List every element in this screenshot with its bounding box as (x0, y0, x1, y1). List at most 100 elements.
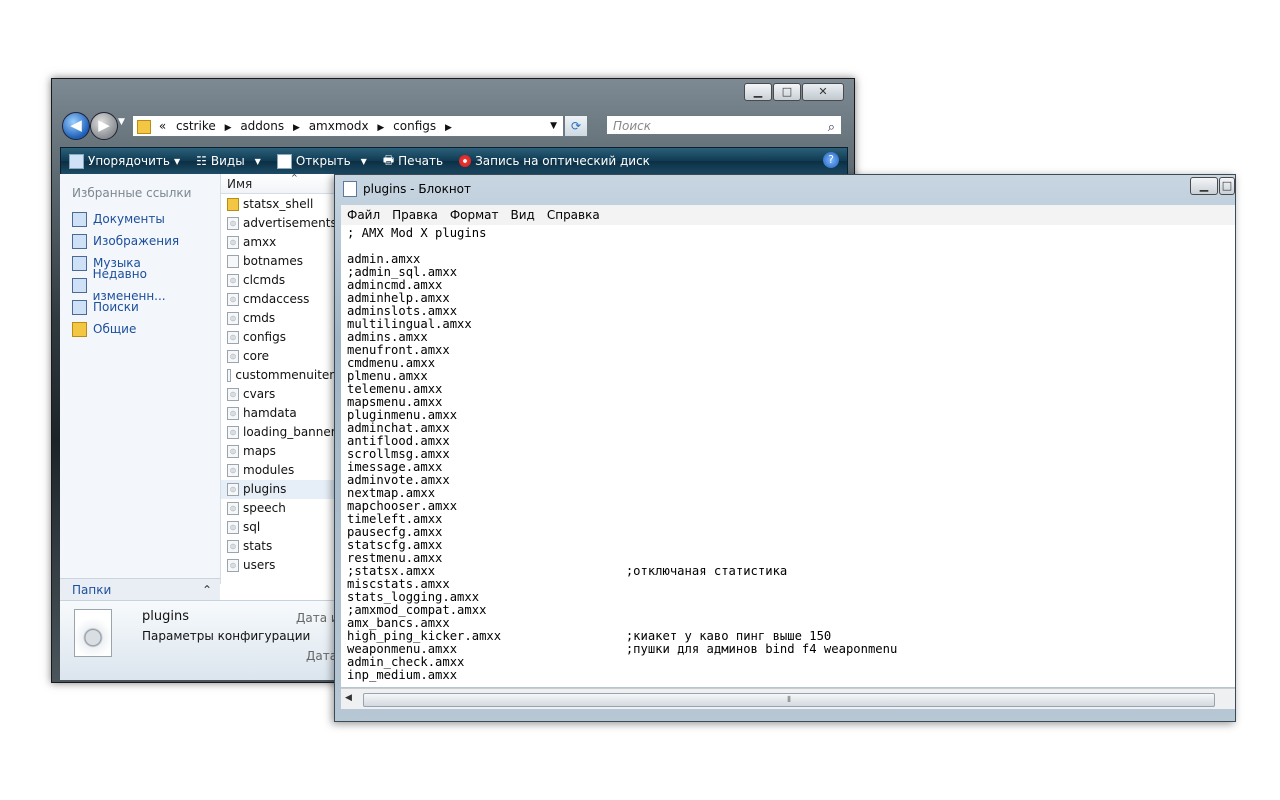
chevron-down-icon: ▼ (173, 156, 181, 166)
file-row[interactable]: amxx (221, 233, 341, 252)
folders-toggle[interactable]: Папки ⌃ (60, 578, 220, 600)
favorite-recent[interactable]: Недавно измененн... (60, 267, 220, 303)
menu-file[interactable]: Файл (341, 208, 386, 222)
file-name: statsx_shell (243, 197, 314, 211)
minimize-button[interactable]: ▁ (1190, 177, 1218, 195)
search-icon[interactable]: ⌕ (828, 118, 835, 138)
menu-format[interactable]: Формат (444, 208, 505, 222)
favorite-pictures[interactable]: Изображения (60, 230, 220, 252)
file-row[interactable]: plugins (221, 480, 341, 499)
file-row[interactable]: users (221, 556, 341, 575)
folders-label: Папки (72, 583, 112, 597)
file-name: maps (243, 444, 276, 458)
forward-button[interactable]: ▶ (90, 112, 118, 140)
maximize-button[interactable]: □ (773, 83, 801, 101)
close-button[interactable]: ✕ (802, 83, 844, 101)
config-file-icon (227, 502, 239, 515)
scrollbar-thumb[interactable]: ⦀ (363, 693, 1215, 707)
address-bar[interactable]: « cstrike ▶ addons ▶ amxmodx ▶ configs ▶… (132, 115, 564, 137)
folder-icon (137, 119, 151, 134)
config-file-icon (227, 445, 239, 458)
chevron-down-icon: ▼ (254, 156, 261, 166)
search-input[interactable]: Поиск ⌕ (606, 115, 842, 135)
config-file-icon (227, 483, 239, 496)
menu-edit[interactable]: Правка (386, 208, 444, 222)
file-row[interactable]: clcmds (221, 271, 341, 290)
file-row[interactable]: hamdata (221, 404, 341, 423)
notepad-icon (276, 153, 292, 169)
breadcrumb-amxmodx[interactable]: amxmodx (309, 116, 369, 136)
maximize-button[interactable]: □ (1219, 177, 1235, 195)
notepad-text-area[interactable]: ; AMX Mod X plugins admin.amxx ;admin_sq… (341, 225, 1235, 687)
breadcrumb-addons[interactable]: addons (240, 116, 284, 136)
organize-button[interactable]: Упорядочить ▼ (61, 153, 188, 169)
file-name: core (243, 349, 269, 363)
file-row[interactable]: stats (221, 537, 341, 556)
views-button[interactable]: ☷ Виды ▼ (188, 154, 269, 168)
command-toolbar: Упорядочить ▼ ☷ Виды ▼ Открыть ▼ 🖶 Печат… (60, 147, 848, 175)
pictures-icon (72, 233, 87, 249)
favorite-public[interactable]: Общие (60, 318, 220, 340)
file-row[interactable]: configs (221, 328, 341, 347)
config-file-icon (227, 426, 239, 439)
config-file-icon (227, 236, 239, 249)
file-row[interactable]: advertisements (221, 214, 341, 233)
menu-help[interactable]: Справка (541, 208, 606, 222)
organize-icon (69, 153, 84, 169)
file-row[interactable]: sql (221, 518, 341, 537)
scroll-left-icon[interactable]: ◀ (345, 693, 352, 703)
details-file-type: Параметры конфигурации (142, 629, 311, 643)
help-icon[interactable]: ? (823, 152, 839, 168)
breadcrumb-cstrike[interactable]: cstrike (176, 116, 216, 136)
file-row[interactable]: cmds (221, 309, 341, 328)
config-file-icon (227, 559, 239, 572)
notepad-title: plugins - Блокнот (363, 182, 471, 196)
recent-pages-dropdown[interactable]: ▼ (118, 117, 125, 127)
music-icon (72, 255, 87, 271)
file-row[interactable]: modules (221, 461, 341, 480)
file-row[interactable]: speech (221, 499, 341, 518)
file-row[interactable]: cvars (221, 385, 341, 404)
minimize-button[interactable]: ▁ (744, 83, 772, 101)
print-button[interactable]: 🖶 Печать (375, 151, 451, 172)
file-name: stats (243, 539, 273, 553)
explorer-window-controls: ▁ □ ✕ (743, 83, 844, 101)
breadcrumb-configs[interactable]: configs (393, 116, 436, 136)
file-row[interactable]: loading_banner (221, 423, 341, 442)
column-header-name[interactable]: Имя ^ (221, 174, 341, 194)
favorite-label: Поиски (93, 300, 139, 314)
file-name: clcmds (243, 273, 286, 287)
burn-button[interactable]: Запись на оптический диск (451, 154, 658, 168)
address-dropdown-icon[interactable]: ▼ (550, 116, 557, 136)
file-row[interactable]: maps (221, 442, 341, 461)
views-label: Виды (210, 154, 245, 168)
file-row[interactable]: core (221, 347, 341, 366)
menu-view[interactable]: Вид (505, 208, 541, 222)
config-file-icon (227, 293, 239, 306)
open-button[interactable]: Открыть ▼ (269, 153, 375, 169)
breadcrumb-overflow[interactable]: « (159, 116, 166, 136)
favorite-label: Общие (93, 322, 137, 336)
config-file-icon (227, 350, 239, 363)
back-button[interactable]: ◀ (62, 112, 90, 140)
file-row[interactable]: botnames (221, 252, 341, 271)
horizontal-scrollbar[interactable]: ◀ ⦀ (341, 688, 1235, 709)
file-row[interactable]: statsx_shell (221, 195, 341, 214)
documents-icon (72, 211, 87, 227)
print-label: Печать (398, 154, 444, 168)
favorite-label: Изображения (93, 234, 180, 248)
navigation-pane: Избранные ссылки Документы Изображения М… (60, 174, 221, 584)
file-name: configs (243, 330, 286, 344)
breadcrumb-separator: ▶ (224, 123, 232, 133)
breadcrumb-separator: ▶ (377, 123, 385, 133)
config-file-icon (227, 331, 239, 344)
notepad-content: ; AMX Mod X plugins admin.amxx ;admin_sq… (347, 226, 898, 682)
notepad-window: plugins - Блокнот ▁ □ Файл Правка Формат… (334, 174, 1236, 722)
file-rows: statsx_shell advertisements amxx botnames cl… (221, 195, 341, 575)
favorite-documents[interactable]: Документы (60, 208, 220, 230)
file-row[interactable]: cmdaccess (221, 290, 341, 309)
file-name: botnames (243, 254, 303, 268)
file-row[interactable]: custommenuitem (221, 366, 341, 385)
breadcrumb-separator: ▶ (444, 123, 452, 133)
refresh-button[interactable]: ⟳ (564, 115, 588, 137)
